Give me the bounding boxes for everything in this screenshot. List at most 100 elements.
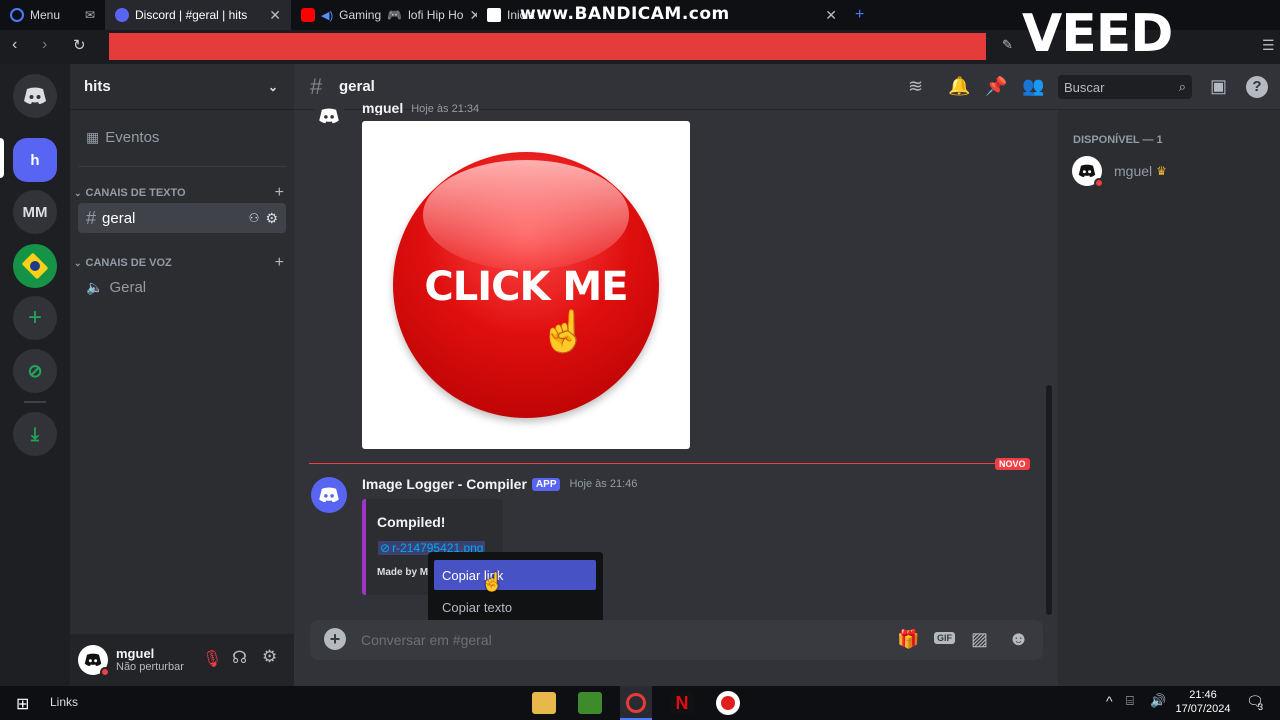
tab-youtube[interactable]: ◀) Gaming 🎮 lofi Hip Ho ✕ [291, 0, 477, 30]
bell-icon[interactable]: 🔔 [948, 76, 970, 97]
help-icon[interactable]: ? [1246, 76, 1268, 98]
text-category[interactable]: ⌄ CANAIS DE TEXTO + [74, 184, 284, 202]
discord-logo-icon [24, 87, 46, 104]
new-tab-icon[interactable]: + [855, 6, 864, 24]
threads-icon[interactable]: ≋ [908, 76, 923, 97]
voice-category[interactable]: ⌄ CANAIS DE VOZ + [74, 254, 284, 272]
selected-server-pill [0, 138, 4, 178]
clock-date: 17/07/2024 [1175, 703, 1231, 715]
avatar[interactable] [78, 645, 110, 677]
avatar[interactable] [311, 477, 347, 513]
message-image[interactable]: CLICK ME ☝ [362, 121, 690, 449]
gloss-highlight [423, 160, 629, 270]
attach-plus-icon[interactable]: + [324, 628, 346, 650]
record-icon [721, 696, 735, 710]
server-brazil[interactable] [13, 244, 57, 288]
pin-icon[interactable]: 📌 [985, 76, 1007, 97]
compass-icon: ⊘ [27, 360, 43, 381]
search-placeholder: Buscar [1064, 79, 1105, 95]
gear-icon[interactable]: ⚙ [265, 210, 278, 227]
composer-input[interactable]: Conversar em #geral [361, 632, 492, 648]
rail-divider [24, 401, 46, 403]
discord-favicon [115, 8, 129, 22]
volume-icon[interactable]: 🔊 [1150, 693, 1166, 709]
workspace-icon[interactable]: ✉ [85, 8, 95, 22]
file-explorer-icon[interactable] [532, 692, 556, 714]
invite-icon[interactable]: ⚇ [249, 211, 260, 225]
gif-icon[interactable]: GIF [934, 632, 955, 644]
dnd-status-icon [1094, 178, 1104, 188]
message-author[interactable]: Image Logger - Compiler [362, 476, 527, 492]
message-timestamp: Hoje às 21:34 [411, 103, 480, 115]
hash-icon: # [86, 207, 97, 228]
snapshot-icon[interactable]: ✎ [1002, 37, 1013, 53]
server-mm[interactable]: MM [13, 190, 57, 234]
server-h[interactable]: h [13, 138, 57, 182]
inbox-icon[interactable]: ▣ [1210, 76, 1227, 97]
search-input[interactable]: Buscar ⌕ [1058, 75, 1192, 99]
discord-home-button[interactable] [13, 74, 57, 118]
voice-channel-geral[interactable]: 🔈 Geral [78, 272, 286, 302]
member-item[interactable]: mguel ♛ [1072, 155, 1266, 188]
guild-header[interactable]: hits ⌄ [70, 64, 294, 110]
close-tab-icon[interactable]: ✕ [269, 7, 281, 24]
close-tab-icon[interactable]: ✕ [469, 7, 477, 24]
sticker-icon[interactable]: ▨ [971, 629, 988, 650]
close-tab-icon[interactable]: ✕ [825, 7, 837, 24]
click-me-button-graphic: CLICK ME ☝ [393, 152, 659, 418]
user-status: Não perturbar [116, 661, 184, 674]
message-header: Image Logger - Compiler APP Hoje às 21:4… [362, 476, 637, 492]
youtube-favicon [301, 8, 315, 22]
copy-text-menu-item[interactable]: Copiar texto [434, 592, 596, 622]
network-icon[interactable]: ⌸ [1126, 693, 1134, 709]
plus-icon: + [27, 304, 42, 331]
events-item[interactable]: ▦ Eventos [78, 122, 286, 152]
chevron-up-icon[interactable]: ^ [1106, 693, 1113, 709]
bandicam-icon[interactable] [716, 691, 740, 715]
gift-icon[interactable]: 🎁 [897, 629, 919, 650]
page-favicon [487, 8, 501, 22]
discord-logo-icon [319, 487, 339, 503]
create-channel-icon[interactable]: + [275, 254, 284, 272]
member-section-label: DISPONÍVEL — 1 [1073, 134, 1163, 146]
attachment-icon: ⊘ [380, 541, 391, 555]
create-channel-icon[interactable]: + [275, 184, 284, 202]
clock[interactable]: 21:46 17/07/2024 [1172, 688, 1234, 716]
download-apps-button[interactable]: ⤓ [13, 412, 57, 456]
channel-geral[interactable]: # geral ⚇ ⚙ [78, 203, 286, 233]
message-author[interactable]: mguel [362, 103, 403, 115]
avatar[interactable] [312, 104, 346, 128]
netflix-icon[interactable]: N [670, 692, 694, 714]
links-toolbar-label[interactable]: Links [50, 695, 78, 709]
new-badge: NOVO [995, 458, 1030, 470]
explore-servers-button[interactable]: ⊘ [13, 349, 57, 393]
opera-taskbar-button[interactable] [620, 686, 652, 720]
tab-discord[interactable]: Discord | #geral | hits ✕ [105, 0, 291, 30]
browser-menu-button[interactable]: Menu ✉ [0, 0, 105, 30]
headphones-icon[interactable]: ☊ [232, 648, 247, 668]
reload-icon[interactable]: ↻ [73, 36, 86, 54]
opera-icon [10, 8, 24, 22]
tab-label: Gaming [339, 8, 382, 22]
emoji-icon[interactable]: ☻ [1008, 628, 1029, 651]
hand-cursor-icon: ☝ [481, 572, 504, 592]
muted-mic-icon[interactable]: 🎙 [202, 649, 222, 669]
members-icon[interactable]: 👥 [1022, 76, 1044, 97]
easy-setup-icon[interactable]: ☰ [1262, 37, 1275, 54]
menu-item-label: Copiar texto [442, 599, 513, 615]
add-server-button[interactable]: + [13, 296, 57, 340]
discord-logo-icon [319, 108, 339, 124]
chevron-down-icon: ⌄ [74, 187, 82, 198]
chat-scrollbar[interactable] [1046, 385, 1052, 615]
text-category-label: CANAIS DE TEXTO [85, 187, 186, 199]
url-field-redacted[interactable] [109, 33, 986, 60]
windows-start-icon[interactable]: ⊞ [16, 694, 29, 714]
forward-icon[interactable]: › [42, 36, 47, 54]
user-settings-gear-icon[interactable]: ⚙ [262, 647, 277, 667]
minecraft-icon[interactable] [578, 692, 602, 714]
message-timestamp: Hoje às 21:46 [569, 478, 638, 490]
back-icon[interactable]: ‹ [12, 36, 17, 54]
browser-menu-label: Menu [30, 8, 61, 22]
copy-link-menu-item[interactable]: Copiar link [434, 560, 596, 590]
embed-title: Compiled! [377, 514, 446, 530]
